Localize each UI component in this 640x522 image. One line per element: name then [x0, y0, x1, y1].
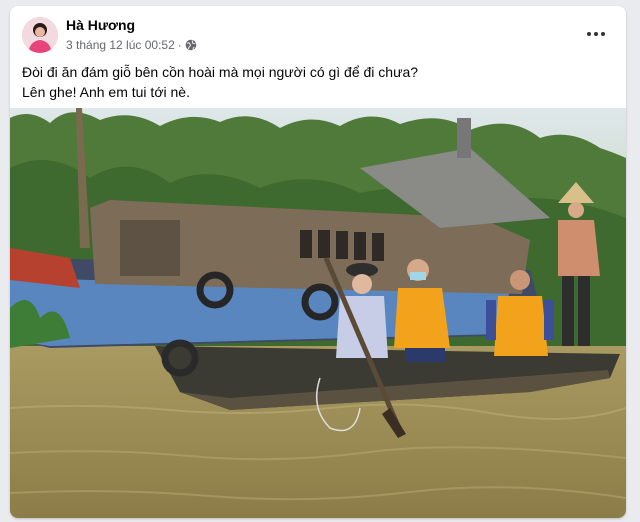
avatar[interactable]: [22, 17, 58, 53]
more-options-icon[interactable]: [582, 24, 610, 44]
caption-line: Đòi đi ăn đám giỗ bên cồn hoài mà mọi ng…: [22, 64, 419, 80]
post-caption: Đòi đi ăn đám giỗ bên cồn hoài mà mọi ng…: [22, 62, 614, 102]
globe-icon[interactable]: [185, 39, 197, 51]
post-header: Hà Hương 3 tháng 12 lúc 00:52 ·: [22, 16, 614, 56]
author-name[interactable]: Hà Hương: [66, 17, 135, 33]
post-meta: 3 tháng 12 lúc 00:52 ·: [66, 38, 197, 52]
facebook-post: Hà Hương 3 tháng 12 lúc 00:52 · Đòi đi ă…: [10, 6, 626, 518]
meta-separator: ·: [177, 38, 182, 52]
post-photo[interactable]: [10, 108, 626, 518]
post-timestamp[interactable]: 3 tháng 12 lúc 00:52: [66, 38, 175, 52]
caption-line: Lên ghe! Anh em tui tới nè.: [22, 84, 190, 100]
